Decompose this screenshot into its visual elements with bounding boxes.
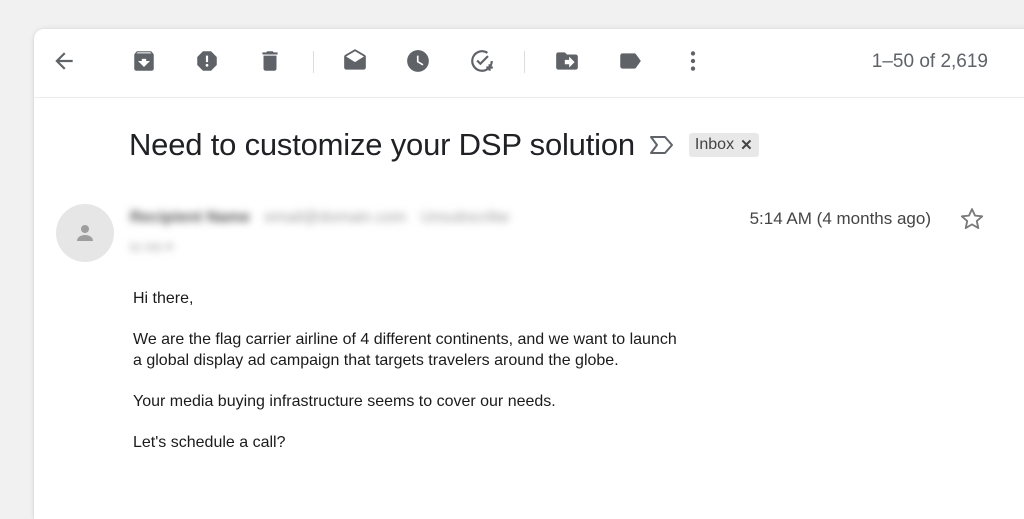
email-body: Hi there, We are the flag carrier airlin… [133, 288, 833, 473]
more-options-button[interactable] [677, 45, 709, 77]
mark-unread-button[interactable] [339, 45, 371, 77]
move-to-button[interactable] [551, 45, 583, 77]
sender-avatar[interactable] [56, 204, 114, 262]
more-vert-icon [690, 51, 696, 71]
toolbar: 1–50 of 2,619 [34, 29, 1024, 98]
sender-info: Recipient Name email@domain.com Unsubscr… [130, 209, 510, 255]
back-button[interactable] [48, 45, 80, 77]
add-to-tasks-button[interactable] [466, 45, 498, 77]
archive-button[interactable] [128, 45, 160, 77]
label-icon [620, 53, 641, 69]
importance-marker-icon[interactable] [649, 133, 677, 157]
person-icon [77, 225, 93, 241]
star-icon [960, 208, 984, 230]
move-to-icon [556, 52, 578, 70]
inbox-label-chip[interactable]: Inbox ✕ [688, 133, 759, 157]
snooze-icon [407, 50, 429, 72]
body-line: a global display ad campaign that target… [133, 352, 619, 369]
pagination-count: 1–50 of 2,619 [871, 51, 988, 72]
email-timestamp: 5:14 AM (4 months ago) [749, 209, 931, 228]
body-paragraph: Your media buying infrastructure seems t… [133, 393, 556, 410]
toolbar-divider [524, 51, 525, 73]
unsubscribe-link[interactable]: Unsubscribe [421, 209, 510, 226]
mark-unread-icon [344, 49, 366, 70]
archive-icon [134, 51, 154, 71]
back-arrow-icon [55, 52, 73, 70]
label-chip-text: Inbox [694, 136, 735, 153]
body-paragraph: Let's schedule a call? [133, 434, 286, 451]
star-button[interactable] [958, 205, 986, 233]
subject-row: Need to customize your DSP solution Inbo… [129, 125, 759, 165]
email-subject: Need to customize your DSP solution [129, 127, 635, 162]
report-spam-button[interactable] [191, 45, 223, 77]
sender-email: email@domain.com [264, 209, 407, 226]
remove-label-icon[interactable]: ✕ [740, 136, 753, 154]
delete-button[interactable] [254, 45, 286, 77]
email-view-card: 1–50 of 2,619 Need to customize your DSP… [34, 29, 1024, 519]
body-paragraph: We are the flag carrier airline of 4 dif… [133, 329, 833, 371]
labels-button[interactable] [614, 45, 646, 77]
body-greeting: Hi there, [133, 290, 194, 307]
recipient-line[interactable]: to me ▾ [130, 239, 510, 255]
toolbar-divider [313, 51, 314, 73]
body-line: We are the flag carrier airline of 4 dif… [133, 331, 677, 348]
sender-name: Recipient Name [130, 209, 251, 226]
report-spam-icon [197, 51, 217, 71]
delete-icon [262, 51, 278, 71]
add-to-tasks-icon [471, 50, 493, 72]
snooze-button[interactable] [402, 45, 434, 77]
